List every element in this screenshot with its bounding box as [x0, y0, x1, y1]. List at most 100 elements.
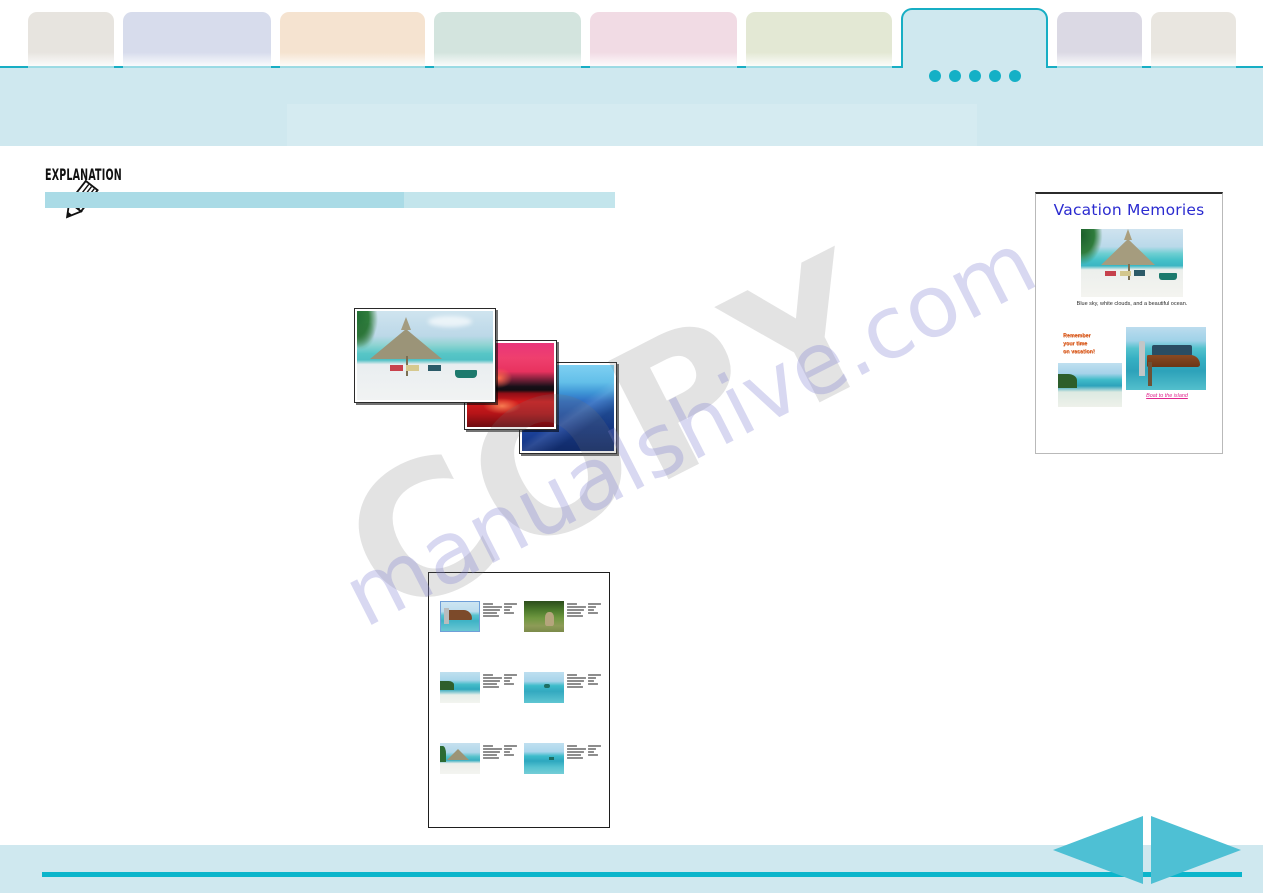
metadata-line	[588, 676, 596, 679]
metadata-line	[504, 753, 515, 756]
tab-dot-1	[929, 70, 941, 82]
document-hero-caption: Blue sky, white clouds, and a beautiful …	[1076, 299, 1188, 307]
metadata-line	[588, 611, 599, 614]
metadata-line	[504, 750, 510, 753]
metadata-line	[567, 608, 585, 611]
metadata-line	[588, 603, 601, 605]
metadata-line	[483, 682, 498, 685]
contact-sheet-cell[interactable]	[440, 672, 517, 706]
contact-sheet-thumbnail[interactable]	[440, 743, 480, 774]
metadata-line	[588, 605, 596, 608]
contact-sheet-metadata	[483, 601, 517, 617]
photo-collage	[352, 300, 617, 465]
metadata-line	[588, 753, 599, 756]
metadata-line	[504, 745, 517, 747]
metadata-line	[567, 614, 584, 617]
contact-sheet	[428, 572, 610, 828]
tab-dot-2	[949, 70, 961, 82]
wordart-line: on vacation!	[1063, 348, 1095, 355]
metadata-line	[567, 674, 578, 676]
metadata-line	[483, 685, 500, 688]
tab-1[interactable]	[28, 12, 114, 68]
tab-3[interactable]	[280, 12, 425, 68]
metadata-line	[483, 753, 498, 756]
document-title: Vacation Memories	[1053, 201, 1205, 219]
metadata-line	[483, 603, 494, 605]
metadata-line	[483, 674, 494, 676]
contact-sheet-cell[interactable]	[440, 601, 517, 635]
metadata-line	[588, 674, 601, 676]
tab-6[interactable]	[746, 12, 892, 68]
contact-sheet-metadata	[483, 743, 517, 759]
body-copy	[55, 232, 615, 241]
explanation-bar	[45, 192, 615, 208]
tab-7-active[interactable]	[901, 8, 1048, 68]
metadata-line	[567, 603, 578, 605]
contact-sheet-metadata	[567, 601, 601, 617]
metadata-line	[504, 603, 517, 605]
metadata-line	[567, 685, 584, 688]
metadata-line	[483, 756, 500, 759]
document-hero-photo	[1081, 229, 1183, 297]
page-navigation	[1053, 816, 1263, 886]
metadata-line	[567, 747, 586, 750]
tab-strip	[0, 0, 1263, 68]
contact-sheet-thumbnail[interactable]	[524, 601, 564, 632]
metadata-line	[504, 679, 510, 682]
contact-sheet-cell[interactable]	[524, 672, 601, 706]
wordart-line: your time	[1063, 340, 1088, 347]
contact-sheet-thumbnail[interactable]	[524, 672, 564, 703]
metadata-line	[588, 747, 596, 750]
metadata-line	[504, 608, 510, 611]
metadata-line	[483, 750, 501, 753]
contact-sheet-thumbnail[interactable]	[440, 672, 480, 703]
contact-sheet-metadata	[567, 672, 601, 688]
metadata-line	[483, 745, 494, 747]
contact-sheet-thumbnail[interactable]	[440, 601, 480, 632]
contact-sheet-cell[interactable]	[524, 601, 601, 635]
page-title	[287, 104, 977, 146]
document-preview-panel: Vacation Memories Blue sky, white clouds…	[1035, 192, 1223, 454]
metadata-line	[483, 614, 500, 617]
tab-5[interactable]	[590, 12, 737, 68]
metadata-line	[504, 605, 512, 608]
contact-sheet-grid	[440, 601, 601, 777]
metadata-line	[504, 676, 512, 679]
metadata-line	[567, 605, 586, 608]
document-boat-caption: Boat to the island	[1146, 393, 1188, 399]
metadata-line	[588, 745, 601, 747]
document-boat-photo	[1126, 327, 1206, 390]
contact-sheet-metadata	[567, 743, 601, 759]
tab-8[interactable]	[1057, 12, 1142, 68]
metadata-line	[588, 750, 594, 753]
tab-2[interactable]	[123, 12, 271, 68]
tab-dots-indicator	[929, 70, 1021, 82]
contact-sheet-cell[interactable]	[524, 743, 601, 777]
metadata-line	[483, 605, 502, 608]
tab-9[interactable]	[1151, 12, 1236, 68]
tab-dot-3	[969, 70, 981, 82]
contact-sheet-cell[interactable]	[440, 743, 517, 777]
metadata-line	[567, 756, 584, 759]
metadata-line	[483, 679, 501, 682]
metadata-line	[567, 611, 582, 614]
metadata-line	[483, 676, 502, 679]
explanation-block: EXPLANATION	[40, 165, 620, 219]
metadata-line	[483, 608, 501, 611]
metadata-line	[567, 753, 582, 756]
metadata-line	[504, 682, 515, 685]
metadata-line	[504, 674, 517, 676]
metadata-line	[504, 747, 512, 750]
document-wordart: Remember your time on vacation!	[1063, 333, 1117, 356]
metadata-line	[483, 611, 498, 614]
document-small-photo	[1058, 363, 1122, 407]
wordart-line: Remember	[1063, 333, 1091, 339]
next-page-arrow-icon[interactable]	[1151, 816, 1241, 884]
metadata-line	[588, 608, 594, 611]
collage-photo-beach	[354, 308, 496, 403]
contact-sheet-thumbnail[interactable]	[524, 743, 564, 774]
metadata-line	[588, 679, 594, 682]
tab-4[interactable]	[434, 12, 581, 68]
tab-dot-4	[989, 70, 1001, 82]
previous-page-arrow-icon[interactable]	[1053, 816, 1143, 884]
